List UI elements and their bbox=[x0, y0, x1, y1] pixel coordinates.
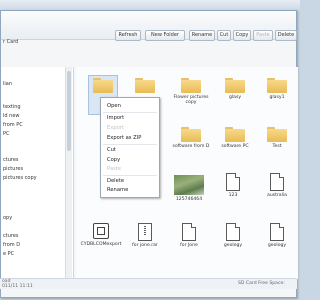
file-name: geology bbox=[223, 243, 243, 248]
copy-button[interactable]: Copy bbox=[233, 30, 251, 41]
file-item[interactable]: geology bbox=[254, 223, 300, 248]
cut-button[interactable]: Cut bbox=[217, 30, 231, 41]
ctx-export-zip[interactable]: Export as ZIP bbox=[107, 135, 141, 141]
free-space-label: SD Card Free Space: bbox=[238, 281, 285, 286]
file-item[interactable]: CYDBLCOMexport bbox=[78, 223, 124, 247]
sidebar-item[interactable]: pictures bbox=[3, 166, 23, 172]
status-bar: oad 011/11 11:11 SD Card Free Space: bbox=[0, 278, 297, 289]
file-item[interactable]: geology bbox=[210, 223, 256, 248]
sidebar-item[interactable]: lian bbox=[3, 81, 12, 87]
file-item[interactable]: for jone.rar bbox=[122, 223, 168, 248]
file-item[interactable]: software from D bbox=[168, 127, 214, 149]
file-item[interactable]: 123 bbox=[210, 173, 256, 198]
new-folder-button[interactable]: New Folder bbox=[145, 30, 185, 41]
status-date: 011/11 11:11 bbox=[2, 284, 33, 289]
folder-icon bbox=[267, 78, 287, 93]
refresh-button[interactable]: Refresh bbox=[115, 30, 141, 41]
sidebar: lian texting ld new from PC PC ctures pi… bbox=[1, 67, 74, 279]
ctx-import[interactable]: Import bbox=[107, 115, 124, 121]
file-name: for Jone bbox=[180, 243, 198, 248]
menu-separator bbox=[103, 144, 157, 145]
file-item[interactable]: Test bbox=[254, 127, 300, 149]
scroll-thumb[interactable] bbox=[67, 71, 71, 151]
sidebar-item[interactable]: opy bbox=[3, 215, 12, 221]
folder-icon bbox=[181, 78, 201, 93]
menu-separator bbox=[103, 175, 157, 176]
sidebar-item[interactable]: ctures bbox=[3, 157, 19, 163]
menu-separator bbox=[103, 112, 157, 113]
folder-icon bbox=[93, 78, 113, 93]
ctx-cut[interactable]: Cut bbox=[107, 147, 116, 153]
folder-icon bbox=[225, 127, 245, 142]
file-name: australia bbox=[267, 193, 287, 198]
file-item[interactable] bbox=[122, 78, 168, 95]
file-item[interactable]: Flower pictures copy bbox=[168, 78, 214, 105]
file-item[interactable]: 125746464 bbox=[166, 175, 212, 202]
file-name: geology bbox=[267, 243, 287, 248]
file-name: 125746464 bbox=[175, 197, 203, 202]
app-icon bbox=[93, 223, 109, 239]
file-name: for jone.rar bbox=[132, 243, 158, 248]
folder-icon bbox=[267, 127, 287, 142]
file-item[interactable] bbox=[80, 78, 126, 95]
sidebar-item[interactable]: pictures copy bbox=[3, 175, 37, 181]
file-item[interactable]: for Jone bbox=[166, 223, 212, 248]
ctx-rename[interactable]: Rename bbox=[107, 187, 128, 193]
file-name: CYDBLCOMexport bbox=[80, 242, 122, 247]
sidebar-item[interactable]: texting bbox=[3, 104, 21, 110]
file-item[interactable]: glasy1 bbox=[254, 78, 300, 100]
file-name: Test bbox=[272, 144, 282, 149]
sidebar-item[interactable]: from D bbox=[3, 242, 20, 248]
document-icon bbox=[226, 223, 240, 241]
top-strip bbox=[0, 0, 300, 10]
sidebar-item[interactable]: e PC bbox=[3, 251, 14, 257]
archive-icon bbox=[138, 223, 152, 241]
ctx-export[interactable]: Export bbox=[107, 125, 124, 131]
file-item[interactable]: software PC bbox=[212, 127, 258, 149]
folder-icon bbox=[181, 127, 201, 142]
document-icon bbox=[182, 223, 196, 241]
paste-button[interactable]: Paste bbox=[253, 30, 273, 41]
ctx-delete[interactable]: Delete bbox=[107, 178, 124, 184]
location-label: r Card bbox=[3, 39, 19, 45]
context-menu: Open Import Export Export as ZIP Cut Cop… bbox=[100, 97, 160, 198]
ctx-open[interactable]: Open bbox=[107, 103, 121, 109]
sidebar-item[interactable]: ld new bbox=[3, 113, 20, 119]
image-thumbnail bbox=[174, 175, 204, 195]
file-name: glasy bbox=[228, 95, 242, 100]
sidebar-item[interactable]: from PC bbox=[3, 122, 23, 128]
ctx-copy[interactable]: Copy bbox=[107, 157, 120, 163]
sidebar-item[interactable]: ctures bbox=[3, 233, 19, 239]
folder-icon bbox=[135, 78, 155, 93]
folder-icon bbox=[225, 78, 245, 93]
file-name: Flower pictures copy bbox=[173, 95, 209, 105]
file-name: 123 bbox=[228, 193, 238, 198]
ctx-paste[interactable]: Paste bbox=[107, 166, 121, 172]
file-name: glasy1 bbox=[269, 95, 285, 100]
delete-button[interactable]: Delete bbox=[275, 30, 297, 41]
document-icon bbox=[270, 223, 284, 241]
rename-button[interactable]: Rename bbox=[189, 30, 215, 41]
file-name: software PC bbox=[221, 144, 249, 149]
sidebar-item[interactable]: PC bbox=[3, 131, 10, 137]
sidebar-scrollbar[interactable] bbox=[65, 67, 72, 279]
document-icon bbox=[226, 173, 240, 191]
file-item[interactable]: australia bbox=[254, 173, 300, 198]
file-name: software from D bbox=[172, 144, 210, 149]
file-item[interactable]: glasy bbox=[212, 78, 258, 100]
document-icon bbox=[270, 173, 284, 191]
